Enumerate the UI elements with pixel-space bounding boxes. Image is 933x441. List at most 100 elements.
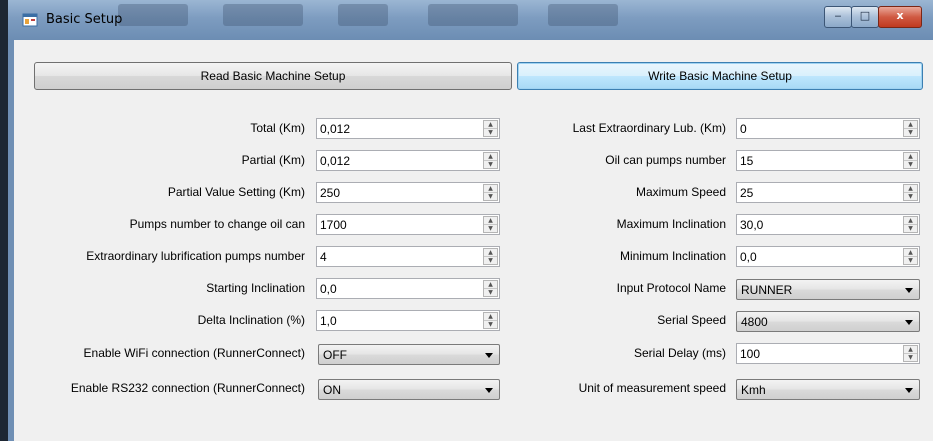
partial-km-value[interactable]: 0,012 [320, 154, 350, 168]
input-protocol-name-label: Input Protocol Name [616, 281, 726, 295]
extraordinary-lubrification-pumps-number-spinbox[interactable]: 4 ▲ ▼ [316, 246, 500, 267]
minimum-inclination-value[interactable]: 0,0 [740, 250, 757, 264]
spin-down-icon[interactable]: ▼ [904, 225, 917, 232]
spin-buttons: ▲ ▼ [483, 280, 498, 297]
spin-down-icon[interactable]: ▼ [484, 193, 497, 200]
last-extraordinary-lub-km-label: Last Extraordinary Lub. (Km) [572, 121, 726, 135]
spin-down-icon[interactable]: ▼ [484, 129, 497, 136]
spin-down-icon[interactable]: ▼ [484, 289, 497, 296]
spin-buttons: ▲ ▼ [903, 345, 918, 362]
total-km-spinbox[interactable]: 0,012 ▲ ▼ [316, 118, 500, 139]
maximize-button[interactable]: □ [851, 6, 879, 28]
delta-inclination-spinbox[interactable]: 1,0 ▲ ▼ [316, 310, 500, 331]
minimum-inclination-label: Minimum Inclination [619, 249, 726, 263]
spin-buttons: ▲ ▼ [483, 184, 498, 201]
spin-buttons: ▲ ▼ [903, 152, 918, 169]
spin-up-icon[interactable]: ▲ [484, 281, 497, 289]
spin-up-icon[interactable]: ▲ [904, 217, 917, 225]
spin-up-icon[interactable]: ▲ [904, 346, 917, 354]
read-setup-button[interactable]: Read Basic Machine Setup [34, 62, 512, 90]
chevron-down-icon[interactable] [485, 353, 493, 358]
spin-up-icon[interactable]: ▲ [484, 217, 497, 225]
enable-rs232-connection-runnerconnect-label: Enable RS232 connection (RunnerConnect) [70, 381, 305, 395]
serial-delay-ms-value[interactable]: 100 [740, 347, 760, 361]
maximum-speed-label: Maximum Speed [635, 185, 726, 199]
chevron-down-icon[interactable] [905, 320, 913, 325]
maximum-speed-spinbox[interactable]: 25 ▲ ▼ [736, 182, 920, 203]
spin-up-icon[interactable]: ▲ [484, 153, 497, 161]
unit-of-measurement-speed-label: Unit of measurement speed [578, 381, 726, 395]
spin-down-icon[interactable]: ▼ [904, 354, 917, 361]
oil-can-pumps-number-value[interactable]: 15 [740, 154, 753, 168]
spin-up-icon[interactable]: ▲ [904, 153, 917, 161]
enable-rs232-connection-runnerconnect-dropdown[interactable]: ON [318, 379, 500, 400]
spin-buttons: ▲ ▼ [483, 120, 498, 137]
enable-wifi-connection-runnerconnect-dropdown[interactable]: OFF [318, 344, 500, 365]
pumps-number-to-change-oil-can-value[interactable]: 1700 [320, 218, 347, 232]
spin-up-icon[interactable]: ▲ [484, 249, 497, 257]
total-km-value[interactable]: 0,012 [320, 122, 350, 136]
last-extraordinary-lub-km-value[interactable]: 0 [740, 122, 747, 136]
spin-down-icon[interactable]: ▼ [904, 257, 917, 264]
chevron-down-icon[interactable] [485, 388, 493, 393]
minimize-button[interactable]: ‒ [824, 6, 852, 28]
extraordinary-lubrification-pumps-number-value[interactable]: 4 [320, 250, 327, 264]
spin-down-icon[interactable]: ▼ [904, 193, 917, 200]
write-setup-button[interactable]: Write Basic Machine Setup [517, 62, 923, 90]
spin-buttons: ▲ ▼ [483, 248, 498, 265]
spin-up-icon[interactable]: ▲ [904, 249, 917, 257]
input-protocol-name-selected: RUNNER [741, 283, 793, 297]
oil-can-pumps-number-spinbox[interactable]: 15 ▲ ▼ [736, 150, 920, 171]
unit-of-measurement-speed-selected: Kmh [741, 383, 766, 397]
spin-up-icon[interactable]: ▲ [904, 185, 917, 193]
spin-buttons: ▲ ▼ [483, 216, 498, 233]
maximum-inclination-label: Maximum Inclination [616, 217, 726, 231]
delta-inclination-value[interactable]: 1,0 [320, 314, 337, 328]
spin-down-icon[interactable]: ▼ [904, 129, 917, 136]
spin-down-icon[interactable]: ▼ [484, 161, 497, 168]
spin-up-icon[interactable]: ▲ [484, 121, 497, 129]
close-button[interactable]: x [878, 6, 922, 28]
title-bar[interactable] [8, 0, 933, 40]
spin-down-icon[interactable]: ▼ [904, 161, 917, 168]
spin-up-icon[interactable]: ▲ [904, 121, 917, 129]
serial-speed-dropdown[interactable]: 4800 [736, 311, 920, 332]
enable-rs232-connection-runnerconnect-selected: ON [323, 383, 341, 397]
partial-km-label: Partial (Km) [241, 153, 305, 167]
unit-of-measurement-speed-dropdown[interactable]: Kmh [736, 379, 920, 400]
partial-value-setting-km-spinbox[interactable]: 250 ▲ ▼ [316, 182, 500, 203]
starting-inclination-spinbox[interactable]: 0,0 ▲ ▼ [316, 278, 500, 299]
spin-buttons: ▲ ▼ [483, 312, 498, 329]
enable-wifi-connection-runnerconnect-selected: OFF [323, 348, 347, 362]
spin-up-icon[interactable]: ▲ [484, 313, 497, 321]
chevron-down-icon[interactable] [905, 388, 913, 393]
spin-up-icon[interactable]: ▲ [484, 185, 497, 193]
maximum-inclination-spinbox[interactable]: 30,0 ▲ ▼ [736, 214, 920, 235]
partial-value-setting-km-label: Partial Value Setting (Km) [167, 185, 305, 199]
oil-can-pumps-number-label: Oil can pumps number [605, 153, 726, 167]
spin-buttons: ▲ ▼ [903, 216, 918, 233]
maximum-speed-value[interactable]: 25 [740, 186, 753, 200]
last-extraordinary-lub-km-spinbox[interactable]: 0 ▲ ▼ [736, 118, 920, 139]
starting-inclination-value[interactable]: 0,0 [320, 282, 337, 296]
spin-buttons: ▲ ▼ [903, 184, 918, 201]
spin-down-icon[interactable]: ▼ [484, 321, 497, 328]
window-title: Basic Setup [46, 12, 123, 27]
serial-delay-ms-label: Serial Delay (ms) [633, 346, 726, 360]
spin-buttons: ▲ ▼ [483, 152, 498, 169]
input-protocol-name-dropdown[interactable]: RUNNER [736, 279, 920, 300]
spin-down-icon[interactable]: ▼ [484, 225, 497, 232]
delta-inclination-label: Delta Inclination (%) [197, 313, 305, 327]
extraordinary-lubrification-pumps-number-label: Extraordinary lubrification pumps number [86, 249, 305, 263]
chevron-down-icon[interactable] [905, 288, 913, 293]
pumps-number-to-change-oil-can-spinbox[interactable]: 1700 ▲ ▼ [316, 214, 500, 235]
minimum-inclination-spinbox[interactable]: 0,0 ▲ ▼ [736, 246, 920, 267]
spin-down-icon[interactable]: ▼ [484, 257, 497, 264]
serial-delay-ms-spinbox[interactable]: 100 ▲ ▼ [736, 343, 920, 364]
pumps-number-to-change-oil-can-label: Pumps number to change oil can [129, 217, 305, 231]
spin-buttons: ▲ ▼ [903, 248, 918, 265]
spin-buttons: ▲ ▼ [903, 120, 918, 137]
maximum-inclination-value[interactable]: 30,0 [740, 218, 763, 232]
partial-km-spinbox[interactable]: 0,012 ▲ ▼ [316, 150, 500, 171]
partial-value-setting-km-value[interactable]: 250 [320, 186, 340, 200]
